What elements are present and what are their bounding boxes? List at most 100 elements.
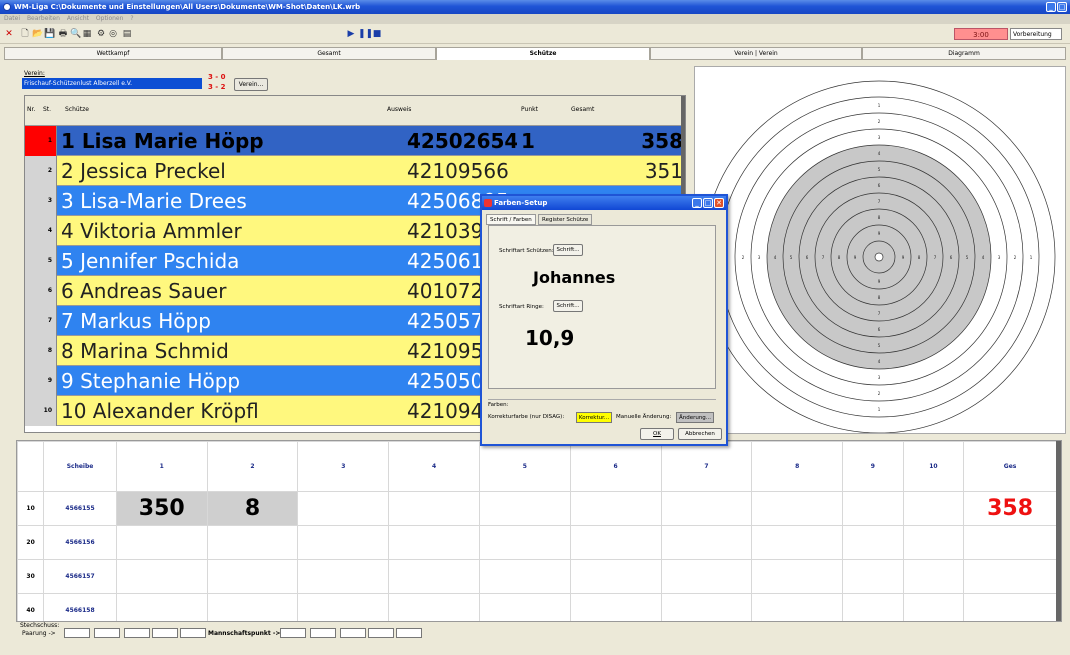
tab-diagramm[interactable]: Diagramm <box>862 47 1066 60</box>
manual-change-button[interactable]: Änderung... <box>676 412 714 423</box>
shot-row[interactable]: 30 4566157 <box>17 559 1057 594</box>
shot-cell[interactable] <box>569 593 662 621</box>
font-rings-label: Schriftart Ringe: <box>499 304 544 310</box>
shot-cell[interactable] <box>388 525 480 560</box>
minimize-icon[interactable]: _ <box>692 198 702 208</box>
pairing-input[interactable] <box>180 628 206 638</box>
target-icon[interactable]: ◎ <box>108 29 118 39</box>
menu-ansicht[interactable]: Ansicht <box>67 15 89 22</box>
menu-help[interactable]: ? <box>130 15 133 22</box>
shot-cell[interactable] <box>388 559 480 594</box>
team-point-input[interactable] <box>310 628 336 638</box>
shot-cell[interactable] <box>842 525 904 560</box>
close-doc-icon[interactable]: ✕ <box>4 29 14 39</box>
pairing-input[interactable] <box>152 628 178 638</box>
shot-cell[interactable] <box>751 525 844 560</box>
tab-font-colors[interactable]: Schrift / Farben <box>486 214 536 225</box>
font-shooter-button[interactable]: Schrift... <box>553 244 583 256</box>
shot-cell[interactable] <box>206 559 299 594</box>
pause-icon[interactable]: ❚❚ <box>358 29 373 39</box>
shot-cell[interactable] <box>297 491 390 526</box>
ok-button[interactable]: OK <box>640 428 674 440</box>
menu-bearbeiten[interactable]: Bearbeiten <box>27 15 60 22</box>
shot-value[interactable]: 350 <box>115 491 208 526</box>
play-icon[interactable]: ▶ <box>346 29 356 39</box>
shot-cell[interactable] <box>569 559 662 594</box>
shot-cell[interactable] <box>569 491 662 526</box>
tab-verein[interactable]: Verein | Verein <box>650 47 862 60</box>
shooter-id: 42502654 <box>407 129 517 153</box>
club-name-field[interactable]: Frischauf-Schützenlust Alberzell e.V. <box>22 78 202 89</box>
font-rings-button[interactable]: Schrift... <box>553 300 583 312</box>
team-point-input[interactable] <box>340 628 366 638</box>
shot-cell[interactable] <box>478 525 571 560</box>
dialog-tab-panel: Schriftart Schützen: Schrift... Johannes… <box>488 225 716 389</box>
shot-cell[interactable] <box>842 559 904 594</box>
shot-row[interactable]: 40 4566158 <box>17 593 1057 621</box>
shot-cell[interactable] <box>660 593 753 621</box>
new-file-icon[interactable]: 🗋 <box>20 29 30 39</box>
open-folder-icon[interactable]: 📂 <box>32 29 43 39</box>
stop-icon[interactable]: ■ <box>372 29 382 39</box>
shot-cell[interactable] <box>297 525 390 560</box>
print-preview-icon[interactable]: 🔍 <box>70 29 81 39</box>
tab-schuetze[interactable]: Schütze <box>436 47 650 60</box>
shot-cell[interactable] <box>115 593 208 621</box>
shot-cell[interactable] <box>902 491 965 526</box>
tab-gesamt[interactable]: Gesamt <box>222 47 436 60</box>
shot-cell[interactable] <box>751 559 844 594</box>
maximize-icon[interactable]: □ <box>703 198 713 208</box>
team-point-input[interactable] <box>368 628 394 638</box>
shot-cell[interactable] <box>751 491 844 526</box>
minimize-icon[interactable]: _ <box>1046 2 1056 12</box>
shot-cell[interactable] <box>902 559 965 594</box>
pairing-input[interactable] <box>124 628 150 638</box>
shot-cell[interactable] <box>297 593 390 621</box>
shot-cell[interactable] <box>206 593 299 621</box>
pairing-input[interactable] <box>94 628 120 638</box>
correction-color-button[interactable]: Korrektur... <box>576 412 612 423</box>
shot-cell[interactable] <box>902 525 965 560</box>
shot-cell[interactable] <box>115 559 208 594</box>
close-icon[interactable]: ✕ <box>714 198 724 208</box>
shot-cell[interactable] <box>660 491 753 526</box>
print-icon[interactable]: 🖶 <box>58 29 68 39</box>
monitor-icon[interactable]: ▤ <box>122 29 132 39</box>
shot-cell[interactable] <box>478 593 571 621</box>
shot-cell[interactable] <box>388 491 480 526</box>
shot-table-scrollbar[interactable] <box>1056 441 1061 621</box>
shot-cell[interactable] <box>842 491 904 526</box>
toolbar: ✕ 🗋 📂 💾 🖶 🔍 ▦ ⚙ ◎ ▤ ▶ ❚❚ ■ 3:00 Vorberei… <box>0 24 1070 44</box>
shooter-row[interactable]: 1 1 Lisa Marie Höpp 42502654 1 358 <box>25 126 685 156</box>
export-icon[interactable]: ▦ <box>82 29 92 39</box>
phase-select[interactable]: Vorbereitung <box>1010 28 1062 40</box>
tab-wettkampf[interactable]: Wettkampf <box>4 47 222 60</box>
shot-cell[interactable] <box>478 559 571 594</box>
shot-row[interactable]: 10 4566155 350 8 358 <box>17 491 1057 526</box>
team-point-input[interactable] <box>280 628 306 638</box>
shot-cell[interactable] <box>478 491 571 526</box>
tab-register-shooter[interactable]: Register Schütze <box>538 214 593 225</box>
shot-cell[interactable] <box>206 525 299 560</box>
shot-cell[interactable] <box>751 593 844 621</box>
shot-cell[interactable] <box>297 559 390 594</box>
pairing-input[interactable] <box>64 628 90 638</box>
team-point-input[interactable] <box>396 628 422 638</box>
shot-cell[interactable] <box>115 525 208 560</box>
shot-row[interactable]: 20 4566156 <box>17 525 1057 560</box>
shooter-row[interactable]: 2 2 Jessica Preckel 42109566 351 <box>25 156 685 186</box>
menu-datei[interactable]: Datei <box>4 15 20 22</box>
shot-cell[interactable] <box>660 559 753 594</box>
menu-optionen[interactable]: Optionen <box>96 15 124 22</box>
maximize-icon[interactable]: □ <box>1057 2 1067 12</box>
shot-cell[interactable] <box>569 525 662 560</box>
cancel-button[interactable]: Abbrechen <box>678 428 722 440</box>
shot-cell[interactable] <box>388 593 480 621</box>
save-icon[interactable]: 💾 <box>44 29 55 39</box>
shot-cell[interactable] <box>902 593 965 621</box>
shot-cell[interactable] <box>842 593 904 621</box>
shot-value[interactable]: 8 <box>206 491 299 526</box>
settings-icon[interactable]: ⚙ <box>96 29 106 39</box>
shot-cell[interactable] <box>660 525 753 560</box>
club-button[interactable]: Verein... <box>234 78 268 91</box>
